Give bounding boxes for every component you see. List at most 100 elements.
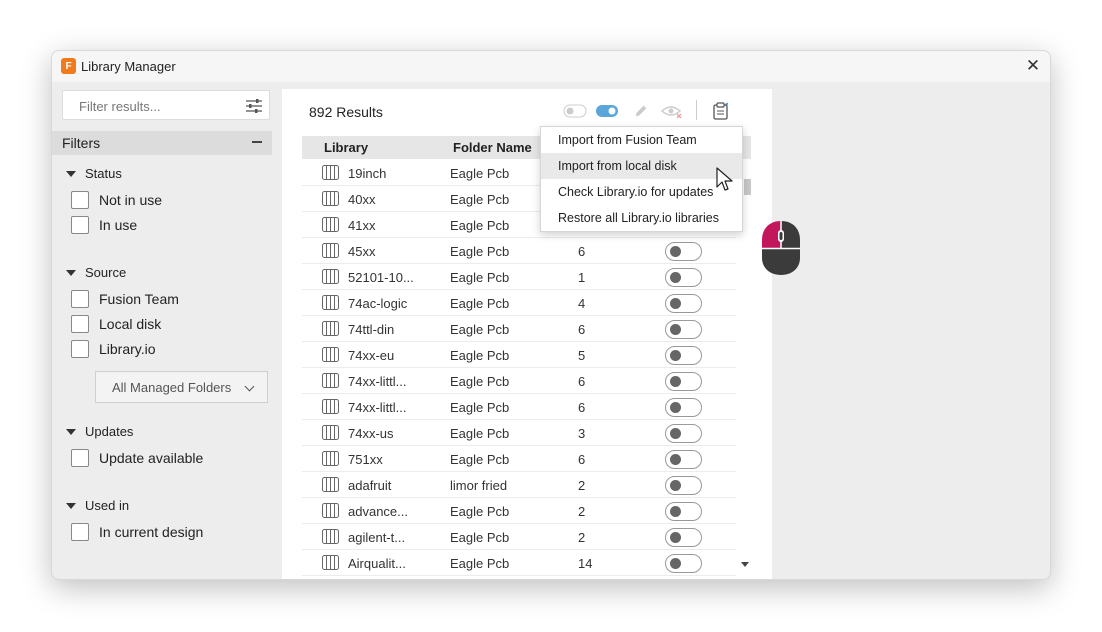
close-button[interactable]: ✕ [1024,57,1042,75]
menu-restore-library-io[interactable]: Restore all Library.io libraries [541,205,742,231]
library-icon [322,321,339,336]
library-name: 751xx [348,452,383,467]
item-count: 6 [578,400,586,415]
table-row[interactable]: 52101-10... Eagle Pcb 1 [302,264,736,290]
checkbox[interactable] [71,191,89,209]
library-icon [322,347,339,362]
checkbox[interactable] [71,340,89,358]
checkbox[interactable] [71,216,89,234]
minus-icon[interactable] [252,141,262,143]
table-row[interactable]: 74xx-eu Eagle Pcb 5 [302,342,736,368]
in-use-toggle[interactable] [665,424,702,443]
in-use-toggle[interactable] [665,320,702,339]
table-row[interactable]: 74ttl-din Eagle Pcb 6 [302,316,736,342]
folder-name: Eagle Pcb [450,296,510,311]
updates-section-title[interactable]: Updates [66,424,133,439]
in-use-toggle[interactable] [665,554,702,573]
filters-panel: Filter results... Filters Status Not in … [52,82,282,579]
item-count: 6 [578,374,586,389]
status-section-title[interactable]: Status [66,166,122,181]
filter-results-input[interactable]: Filter results... [62,90,270,120]
column-library[interactable]: Library [324,140,368,155]
item-count: 5 [578,348,586,363]
column-folder-name[interactable]: Folder Name [453,140,532,155]
library-name: 74xx-us [348,426,394,441]
table-row[interactable]: agilent-t... Eagle Pcb 2 [302,524,736,550]
sliders-icon[interactable] [245,98,263,114]
caret-down-icon [66,170,76,177]
table-row[interactable]: 45xx Eagle Pcb 6 [302,238,736,264]
in-use-toggle[interactable] [665,242,702,261]
managed-folders-dropdown[interactable]: All Managed Folders [95,371,268,403]
filter-fusion-team[interactable]: Fusion Team [71,289,179,309]
results-count: 892 Results [309,104,383,120]
library-name: Airqualit... [348,556,406,571]
in-use-toggle[interactable] [665,346,702,365]
folder-name: Eagle Pcb [450,218,510,233]
table-row[interactable]: 74xx-littl... Eagle Pcb 6 [302,394,736,420]
toolbar-separator [696,100,697,120]
in-use-toggle[interactable] [665,372,702,391]
pencil-icon[interactable] [632,103,650,119]
table-row[interactable]: 74xx-littl... Eagle Pcb 6 [302,368,736,394]
caret-down-icon [66,502,76,509]
folder-name: Eagle Pcb [450,374,510,389]
in-use-toggle[interactable] [665,450,702,469]
filter-local-disk[interactable]: Local disk [71,314,161,334]
managed-folders-value: All Managed Folders [112,380,232,395]
table-row[interactable]: Airqualit... Eagle Pcb 14 [302,550,736,576]
source-section-title[interactable]: Source [66,265,126,280]
scroll-down-arrow-icon[interactable] [741,562,749,567]
library-name: adafruit [348,478,392,493]
table-row[interactable]: adafruit limor fried 2 [302,472,736,498]
library-icon [322,425,339,440]
toggle-on-icon[interactable] [595,103,619,119]
item-count: 6 [578,452,586,467]
in-use-toggle[interactable] [665,502,702,521]
filter-update-available[interactable]: Update available [71,448,203,468]
eye-hide-icon[interactable] [661,103,683,119]
menu-check-library-io-updates[interactable]: Check Library.io for updates [541,179,742,205]
item-count: 14 [578,556,593,571]
in-use-toggle[interactable] [665,294,702,313]
checkbox[interactable] [71,315,89,333]
checkbox[interactable] [71,449,89,467]
library-icon [322,191,339,206]
caret-down-icon [66,428,76,435]
item-count: 3 [578,426,586,441]
in-use-toggle[interactable] [665,268,702,287]
library-icon [322,555,339,570]
clipboard-icon[interactable] [712,102,729,120]
folder-name: Eagle Pcb [450,270,510,285]
library-name: agilent-t... [348,530,406,545]
table-row[interactable]: 751xx Eagle Pcb 6 [302,446,736,472]
folder-name: Eagle Pcb [450,322,510,337]
filter-not-in-use[interactable]: Not in use [71,190,162,210]
checkbox[interactable] [71,290,89,308]
scrollbar-thumb[interactable] [744,179,751,195]
library-name: 74ac-logic [348,296,408,311]
folder-name: Eagle Pcb [450,556,510,571]
table-row[interactable]: advance... Eagle Pcb 2 [302,498,736,524]
in-use-toggle[interactable] [665,398,702,417]
used-in-section-title[interactable]: Used in [66,498,129,513]
table-row[interactable]: 74ac-logic Eagle Pcb 4 [302,290,736,316]
item-count: 2 [578,504,586,519]
library-icon [322,399,339,414]
filter-library-io[interactable]: Library.io [71,339,156,359]
filter-in-current-design[interactable]: In current design [71,522,203,542]
checkbox[interactable] [71,523,89,541]
menu-import-local-disk[interactable]: Import from local disk [541,153,742,179]
filter-in-use[interactable]: In use [71,215,137,235]
filters-header[interactable]: Filters [52,131,272,155]
title-bar: F Library Manager ✕ [52,51,1050,82]
library-icon [322,477,339,492]
table-row[interactable]: 74xx-us Eagle Pcb 3 [302,420,736,446]
in-use-toggle[interactable] [665,476,702,495]
library-icon [322,373,339,388]
library-name: advance... [348,504,408,519]
toggle-off-icon[interactable] [563,103,587,119]
library-name: 41xx [348,218,376,233]
menu-import-fusion-team[interactable]: Import from Fusion Team [541,127,742,153]
in-use-toggle[interactable] [665,528,702,547]
